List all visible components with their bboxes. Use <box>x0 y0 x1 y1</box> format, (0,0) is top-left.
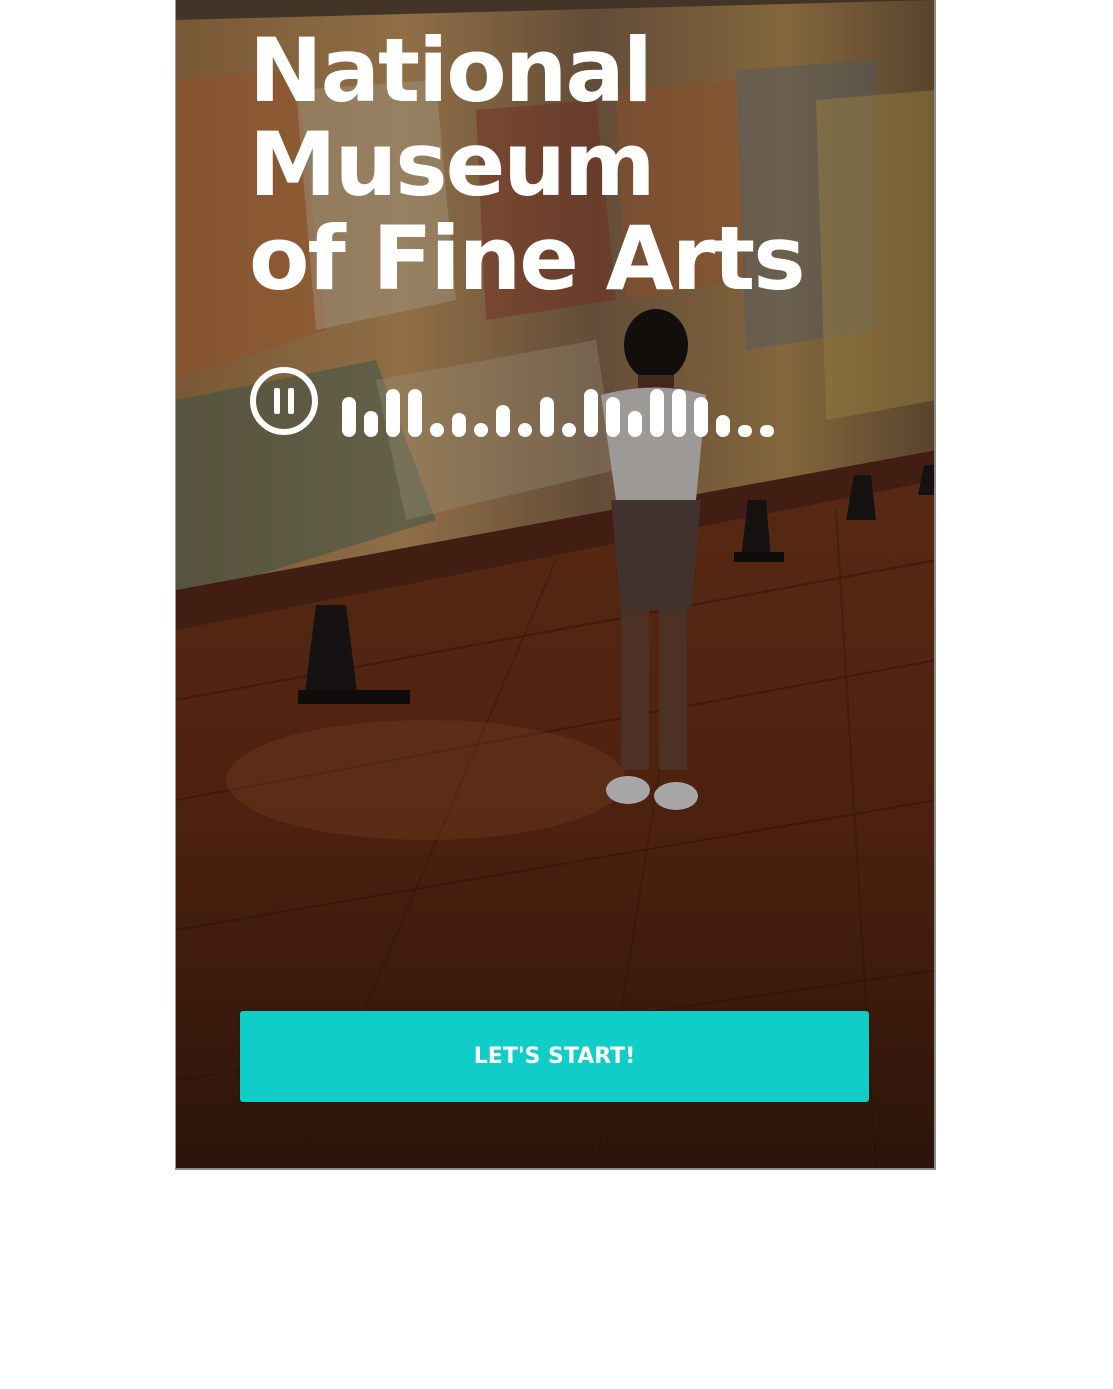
waveform-bar <box>342 397 356 437</box>
waveform-bar <box>650 389 664 437</box>
pause-icon[interactable] <box>248 365 320 437</box>
app-screen: National Museum of Fine Arts LET'S START… <box>175 0 936 1170</box>
waveform-bar <box>606 397 620 437</box>
waveform-bar <box>760 425 774 437</box>
waveform-bar <box>584 389 598 437</box>
waveform-bar <box>364 411 378 437</box>
waveform-bar <box>452 413 466 437</box>
museum-title: National Museum of Fine Arts <box>249 19 806 310</box>
audio-waveform[interactable] <box>342 387 774 437</box>
waveform-bar <box>672 389 686 437</box>
lets-start-button[interactable]: LET'S START! <box>240 1011 869 1102</box>
waveform-bar <box>408 389 422 437</box>
audio-player <box>248 365 774 437</box>
waveform-bar <box>694 397 708 437</box>
waveform-bar <box>540 397 554 437</box>
waveform-bar <box>518 423 532 437</box>
waveform-bar <box>628 411 642 437</box>
waveform-bar <box>496 405 510 437</box>
waveform-bar <box>430 423 444 437</box>
waveform-bar <box>474 423 488 437</box>
waveform-bar <box>386 389 400 437</box>
waveform-bar <box>562 423 576 437</box>
waveform-bar <box>738 425 752 437</box>
waveform-bar <box>716 415 730 437</box>
